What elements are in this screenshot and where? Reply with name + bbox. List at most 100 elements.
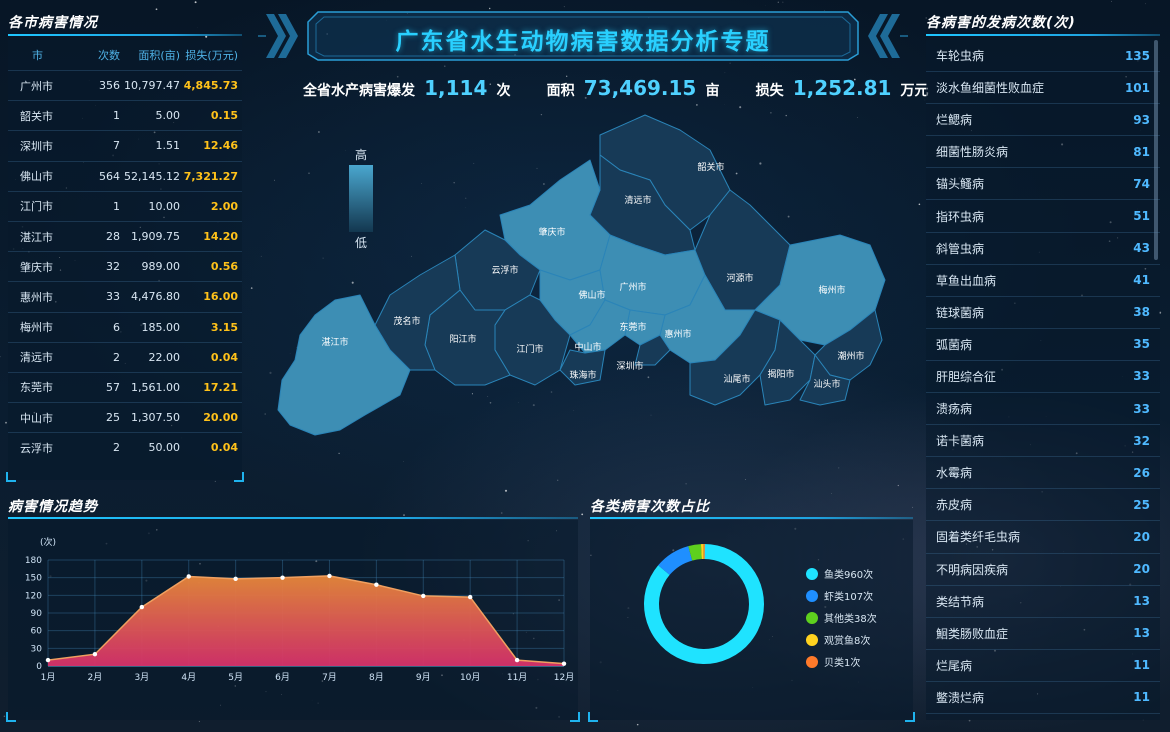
list-item[interactable]: 烂尾病 11 bbox=[926, 650, 1160, 682]
legend-value: 38次 bbox=[854, 614, 877, 625]
disease-list[interactable]: 车轮虫病 135 淡水鱼细菌性败血症 101 烂鳃病 93 细菌性肠炎病 81 锚头鳋病 74 指环… bbox=[926, 40, 1160, 720]
data-point[interactable] bbox=[186, 574, 191, 579]
x-tick-label: 12月 bbox=[554, 672, 574, 683]
header-city[interactable]: 市 bbox=[8, 47, 70, 63]
data-point[interactable] bbox=[421, 593, 426, 599]
list-scrollbar[interactable] bbox=[1154, 40, 1158, 260]
data-point[interactable] bbox=[280, 575, 285, 580]
list-item[interactable]: 水霉病 26 bbox=[926, 457, 1160, 490]
legend-item[interactable]: 观赏鱼 8次 bbox=[806, 632, 870, 647]
legend-item[interactable]: 鱼类 960次 bbox=[806, 566, 873, 581]
table-row[interactable]: 东莞市 57 1,561.00 17.21 bbox=[8, 371, 242, 402]
table-row[interactable]: 梅州市 6 185.00 3.15 bbox=[8, 311, 242, 342]
title-underline bbox=[926, 34, 1160, 36]
y-tick-label: 180 bbox=[25, 556, 42, 566]
table-row[interactable]: 肇庆市 32 989.00 0.56 bbox=[8, 251, 242, 281]
x-tick-label: 4月 bbox=[181, 672, 196, 683]
disease-name: 斜管虫病 bbox=[936, 241, 985, 256]
city-cell: 深圳市 bbox=[20, 139, 53, 153]
list-item[interactable]: 鳖溃烂病 11 bbox=[926, 682, 1160, 714]
header-area[interactable]: 面积(亩) bbox=[120, 47, 180, 63]
data-point[interactable] bbox=[92, 652, 98, 657]
data-point[interactable] bbox=[514, 657, 520, 663]
list-item[interactable]: 链球菌病 38 bbox=[926, 297, 1160, 329]
list-item[interactable]: 斜管虫病 43 bbox=[926, 233, 1160, 265]
legend-item[interactable]: 虾类 107次 bbox=[806, 588, 873, 603]
list-item[interactable]: 指环虫病 51 bbox=[926, 200, 1160, 233]
star bbox=[194, 1, 197, 4]
legend-item[interactable]: 其他类 38次 bbox=[806, 610, 877, 625]
legend-item[interactable]: 贝类 1次 bbox=[806, 654, 860, 669]
table-row[interactable]: 佛山市 564 52,145.12 7,321.27 bbox=[8, 160, 242, 191]
map-city-label: 广州市 bbox=[619, 281, 646, 293]
legend-dot bbox=[806, 655, 818, 668]
star bbox=[250, 287, 253, 289]
table-row[interactable]: 深圳市 7 1.51 12.46 bbox=[8, 130, 242, 160]
area-cell: 1,909.75 bbox=[131, 230, 180, 244]
data-point[interactable] bbox=[561, 661, 567, 666]
table-row[interactable]: 韶关市 1 5.00 0.15 bbox=[8, 100, 242, 130]
disease-count: 35 bbox=[1133, 337, 1150, 352]
area-cell: 1,307.50 bbox=[131, 411, 180, 425]
data-point[interactable] bbox=[327, 573, 332, 579]
x-tick-label: 2月 bbox=[88, 672, 103, 683]
table-row[interactable]: 云浮市 2 50.00 0.04 bbox=[8, 432, 242, 462]
title-underline bbox=[8, 517, 578, 519]
data-point[interactable] bbox=[45, 657, 51, 663]
list-item[interactable]: 弧菌病 35 bbox=[926, 329, 1160, 361]
city-cell: 中山市 bbox=[20, 411, 53, 425]
city-table-title: 各市病害情况 bbox=[8, 15, 98, 31]
map-city-label: 汕头市 bbox=[813, 378, 840, 390]
list-item[interactable]: 固着类纤毛虫病 20 bbox=[926, 521, 1160, 554]
list-item[interactable]: 烂鳃病 93 bbox=[926, 104, 1160, 137]
list-item[interactable]: 溃疡病 33 bbox=[926, 393, 1160, 426]
star bbox=[403, 461, 404, 462]
title-underline bbox=[590, 517, 913, 519]
list-item[interactable]: 赤皮病 25 bbox=[926, 489, 1160, 522]
table-row[interactable]: 广州市 356 10,797.47 4,845.73 bbox=[8, 70, 242, 100]
data-point[interactable] bbox=[374, 582, 379, 587]
map-city-label: 江门市 bbox=[516, 343, 543, 355]
map-city-label: 梅州市 bbox=[818, 284, 845, 296]
guangdong-map[interactable]: 韶关市清远市肇庆市云浮市广州市佛山市 河源市梅州市茂名市阳江市江门市 东莞市惠州市中… bbox=[270, 95, 895, 440]
map-city-label: 惠州市 bbox=[664, 328, 691, 340]
legend-name: 贝类 bbox=[824, 658, 844, 669]
legend-name: 鱼类 bbox=[824, 570, 844, 581]
header-loss[interactable]: 损失(万元) bbox=[180, 47, 238, 63]
list-item[interactable]: 车轮虫病 135 bbox=[926, 40, 1160, 73]
table-row[interactable]: 湛江市 28 1,909.75 14.20 bbox=[8, 220, 242, 251]
list-item[interactable]: 鮰类肠败血症 13 bbox=[926, 618, 1160, 650]
list-item[interactable]: 淡水鱼细菌性败血症 101 bbox=[926, 72, 1160, 105]
list-item[interactable]: 肝胆综合征 33 bbox=[926, 361, 1160, 394]
data-point[interactable] bbox=[233, 576, 238, 582]
table-row[interactable]: 清远市 2 22.00 0.04 bbox=[8, 341, 242, 372]
star bbox=[777, 1, 779, 3]
list-item[interactable]: 类结节病 13 bbox=[926, 586, 1160, 618]
disease-name: 细菌性肠炎病 bbox=[936, 145, 1009, 160]
legend-dot bbox=[806, 611, 818, 624]
list-item[interactable]: 锚头鳋病 74 bbox=[926, 168, 1160, 201]
table-row[interactable]: 中山市 25 1,307.50 20.00 bbox=[8, 402, 242, 432]
table-row[interactable]: 惠州市 33 4,476.80 16.00 bbox=[8, 281, 242, 311]
list-item[interactable]: 不明病因疾病 20 bbox=[926, 554, 1160, 586]
city-cell: 惠州市 bbox=[20, 290, 53, 304]
list-item[interactable]: 细菌性肠炎病 81 bbox=[926, 136, 1160, 169]
city-table: 市 次数 面积(亩) 损失(万元) 广州市 356 10,797.47 4,845.7… bbox=[6, 40, 244, 482]
star bbox=[264, 413, 266, 415]
area-cell: 5.00 bbox=[155, 109, 181, 123]
data-point[interactable] bbox=[139, 604, 145, 610]
corner-decoration bbox=[234, 472, 244, 482]
data-point[interactable] bbox=[467, 594, 473, 600]
list-item[interactable]: 草鱼出血病 41 bbox=[926, 265, 1160, 297]
star bbox=[403, 514, 405, 516]
trend-chart[interactable]: (次) 0 30 60 90 120 150 180 1月 2月 3月 4月 5月 6月 7月 8月 9月 10月… bbox=[8, 520, 578, 720]
pie-title: 各类病害次数占比 bbox=[590, 499, 710, 515]
star bbox=[444, 65, 446, 67]
count-cell: 33 bbox=[106, 290, 120, 304]
disease-count: 74 bbox=[1133, 176, 1150, 191]
header-count[interactable]: 次数 bbox=[70, 47, 120, 63]
map-city-label: 云浮市 bbox=[491, 264, 518, 276]
star bbox=[260, 255, 262, 257]
table-row[interactable]: 江门市 1 10.00 2.00 bbox=[8, 190, 242, 221]
list-item[interactable]: 诺卡菌病 32 bbox=[926, 425, 1160, 458]
